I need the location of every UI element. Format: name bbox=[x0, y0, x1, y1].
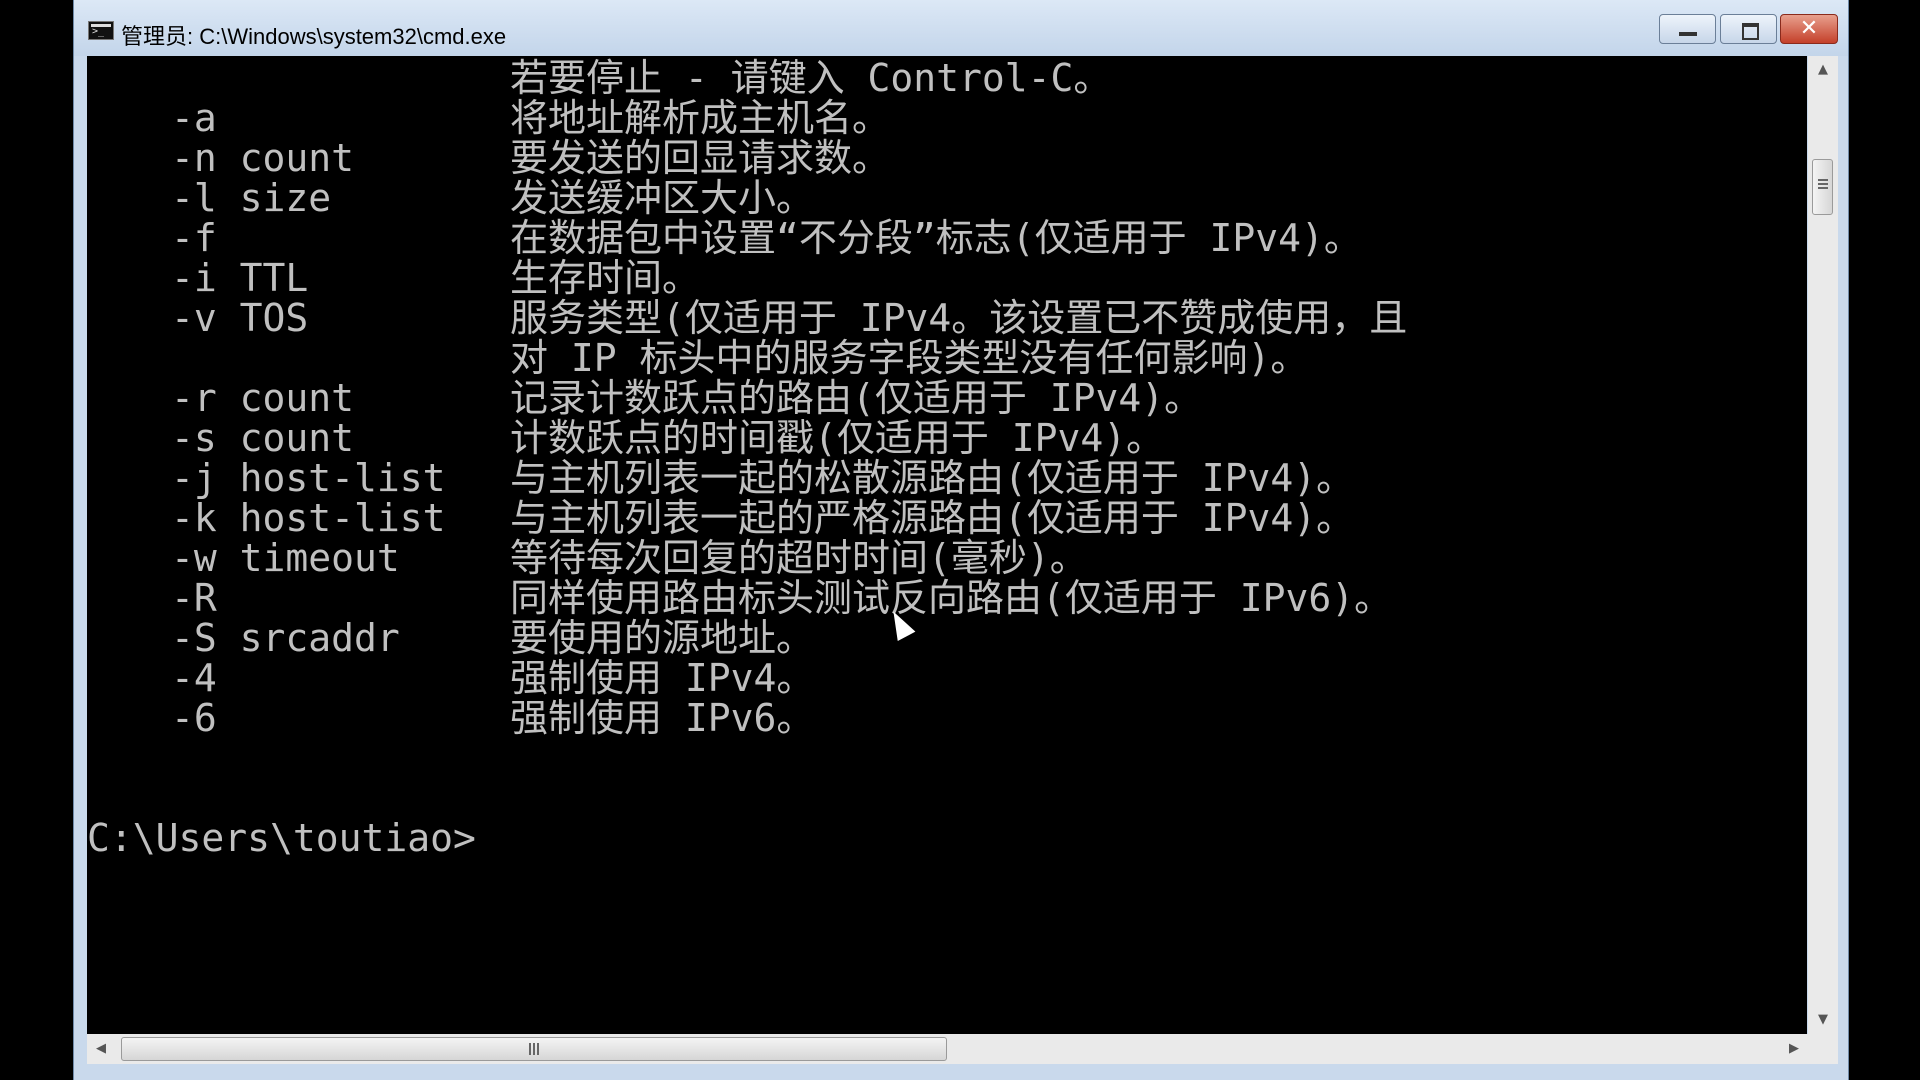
option-desc: 要使用的源地址。 bbox=[510, 616, 815, 660]
option-desc: 要发送的回显请求数。 bbox=[510, 136, 891, 180]
option-desc: 在数据包中设置“不分段”标志(仅适用于 IPv4)。 bbox=[510, 216, 1362, 260]
intro-line: 若要停止 - 请键入 Control-C。 bbox=[510, 56, 1112, 100]
option-desc: 记录计数跃点的路由(仅适用于 IPv4)。 bbox=[510, 376, 1203, 420]
option-desc: 等待每次回复的超时时间(毫秒)。 bbox=[510, 536, 1088, 580]
scroll-down-icon[interactable]: ▼ bbox=[1808, 1008, 1838, 1032]
console-output[interactable]: 若要停止 - 请键入 Control-C。 -a 将地址解析成主机名。 -n c… bbox=[87, 56, 1807, 1034]
option-desc: 服务类型(仅适用于 IPv4。该设置已不赞成使用，且 bbox=[510, 296, 1408, 340]
option-flag: -i TTL bbox=[171, 256, 309, 300]
option-desc: 强制使用 IPv4。 bbox=[510, 656, 815, 700]
option-desc: 将地址解析成主机名。 bbox=[510, 96, 891, 140]
option-desc: 生存时间。 bbox=[510, 256, 701, 300]
cmd-window: 管理员: C:\Windows\system32\cmd.exe ✕ 若要停止 … bbox=[73, 0, 1849, 1080]
command-prompt[interactable]: C:\Users\toutiao> bbox=[87, 818, 476, 858]
horizontal-scrollbar[interactable]: ◀ ▶ bbox=[87, 1034, 1808, 1064]
option-flag: -f bbox=[171, 216, 217, 260]
option-flag: -l size bbox=[171, 176, 332, 220]
option-desc: 发送缓冲区大小。 bbox=[510, 176, 815, 220]
option-desc: 计数跃点的时间戳(仅适用于 IPv4)。 bbox=[510, 416, 1165, 460]
window-title: 管理员: C:\Windows\system32\cmd.exe bbox=[121, 24, 507, 49]
option-flag: -a bbox=[171, 96, 217, 140]
option-flag: -k host-list bbox=[171, 496, 446, 540]
scroll-right-icon[interactable]: ▶ bbox=[1782, 1034, 1806, 1064]
resize-grip-icon[interactable] bbox=[1808, 1034, 1838, 1064]
option-flag: -n count bbox=[171, 136, 355, 180]
option-flag: -r count bbox=[171, 376, 355, 420]
vertical-scrollbar[interactable]: ▲ ▼ bbox=[1808, 56, 1838, 1034]
option-flag: -s count bbox=[171, 416, 355, 460]
title-bar[interactable]: 管理员: C:\Windows\system32\cmd.exe ✕ bbox=[74, 0, 1848, 56]
option-flag: -S srcaddr bbox=[171, 616, 400, 660]
option-desc: 同样使用路由标头测试反向路由(仅适用于 IPv6)。 bbox=[510, 576, 1393, 620]
option-flag: -4 bbox=[171, 656, 217, 700]
option-desc: 强制使用 IPv6。 bbox=[510, 696, 815, 740]
option-flag: -6 bbox=[171, 696, 217, 740]
maximize-icon bbox=[1721, 15, 1776, 43]
option-flag: -v TOS bbox=[171, 296, 309, 340]
option-desc: 与主机列表一起的松散源路由(仅适用于 IPv4)。 bbox=[510, 456, 1355, 500]
minimize-button[interactable] bbox=[1659, 14, 1716, 44]
option-flag: -j host-list bbox=[171, 456, 446, 500]
maximize-button[interactable] bbox=[1720, 14, 1777, 44]
minimize-icon bbox=[1660, 15, 1715, 43]
option-desc: 与主机列表一起的严格源路由(仅适用于 IPv4)。 bbox=[510, 496, 1355, 540]
horizontal-scroll-thumb[interactable] bbox=[121, 1037, 947, 1061]
option-flag: -w timeout bbox=[171, 536, 400, 580]
close-button[interactable]: ✕ bbox=[1780, 14, 1838, 44]
option-flag: -R bbox=[171, 576, 217, 620]
vertical-scroll-thumb[interactable] bbox=[1812, 159, 1833, 215]
close-icon: ✕ bbox=[1799, 16, 1819, 41]
console-icon[interactable] bbox=[88, 21, 114, 40]
scroll-left-icon[interactable]: ◀ bbox=[89, 1034, 113, 1064]
option-desc: 对 IP 标头中的服务字段类型没有任何影响)。 bbox=[510, 336, 1309, 380]
scroll-up-icon[interactable]: ▲ bbox=[1808, 58, 1838, 82]
